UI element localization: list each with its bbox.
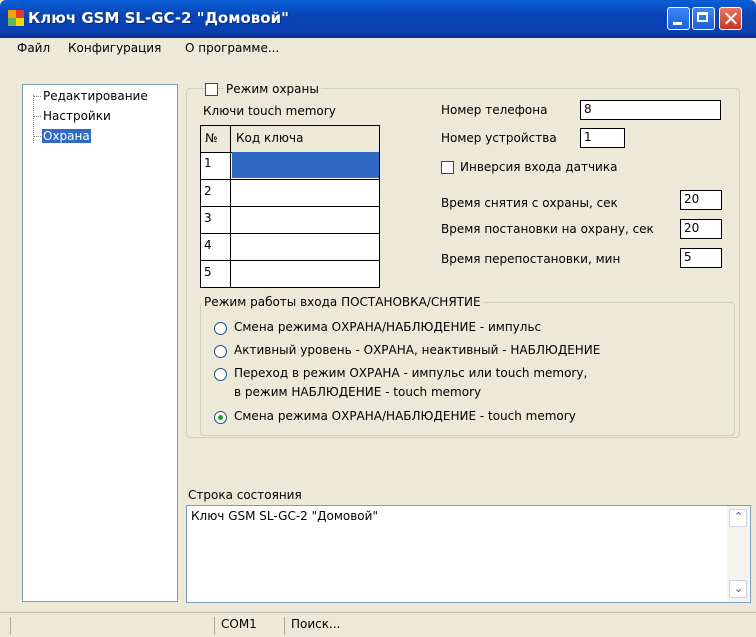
mode-option-label-line2: в режим НАБЛЮДЕНИЕ - touch memory (234, 385, 482, 399)
key-code-cell[interactable] (232, 152, 379, 178)
table-row[interactable]: 5 (201, 260, 379, 287)
status-scrollbar[interactable]: ⌃ ⌄ (727, 506, 749, 602)
status-area-caption: Строка состояния (188, 488, 302, 502)
row-number: 2 (204, 184, 212, 198)
phone-label: Номер телефона (441, 103, 548, 117)
tree-item-editing[interactable]: Редактирование (33, 89, 149, 105)
arm-time-label: Время постановки на охрану, сек (441, 222, 654, 236)
status-bar: COM1 Поиск... (0, 612, 756, 637)
status-text-area[interactable]: Ключ GSM SL-GC-2 "Домовой" (186, 505, 751, 603)
minimize-button[interactable] (667, 7, 690, 30)
input-mode-caption: Режим работы входа ПОСТАНОВКА/СНЯТИЕ (202, 295, 483, 309)
rearm-time-label: Время перепостановки, мин (441, 252, 621, 266)
status-text: Ключ GSM SL-GC-2 "Домовой" (191, 509, 378, 523)
guard-mode-checkbox[interactable] (205, 83, 218, 96)
statusbar-port: COM1 (214, 617, 282, 635)
menu-about[interactable]: О программе... (185, 41, 279, 55)
disarm-time-label: Время снятия с охраны, сек (441, 196, 618, 210)
column-header-number: № (205, 131, 218, 145)
row-number: 5 (204, 265, 212, 279)
mode-option-label: Переход в режим ОХРАНА - импульс или tou… (234, 366, 588, 380)
device-number-field[interactable]: 1 (580, 128, 625, 148)
close-button[interactable] (719, 7, 742, 30)
device-label: Номер устройства (441, 131, 557, 145)
maximize-button[interactable] (692, 7, 715, 30)
statusbar-state: Поиск... (284, 617, 404, 635)
mode-radio-level[interactable] (214, 345, 227, 358)
keys-table-header: № Код ключа (201, 126, 379, 153)
window-title: Ключ GSM SL-GC-2 "Домовой" (28, 9, 289, 27)
navigation-tree[interactable]: Редактирование Настройки Охрана (22, 84, 178, 602)
mode-radio-pulse[interactable] (214, 322, 227, 335)
scroll-up-icon: ⌃ (734, 510, 744, 523)
tree-item-label: Редактирование (43, 89, 148, 103)
row-number: 1 (204, 156, 212, 170)
keys-table[interactable]: № Код ключа 1 2 3 4 5 (200, 125, 380, 288)
tree-item-label: Настройки (43, 109, 111, 123)
mode-option-label: Смена режима ОХРАНА/НАБЛЮДЕНИЕ - импульс (234, 320, 542, 334)
disarm-time-field[interactable]: 20 (680, 190, 722, 210)
menu-configuration[interactable]: Конфигурация (68, 41, 161, 55)
column-header-key-code: Код ключа (236, 131, 304, 145)
mode-radio-transition[interactable] (214, 368, 227, 381)
guard-mode-label: Режим охраны (224, 82, 321, 96)
statusbar-panel-empty (10, 617, 210, 635)
tree-item-guard[interactable]: Охрана (33, 129, 91, 145)
table-row[interactable]: 4 (201, 233, 379, 260)
key-code-cell[interactable] (232, 180, 379, 206)
app-icon[interactable] (8, 10, 24, 26)
tree-item-label: Охрана (42, 129, 91, 143)
scroll-up-button[interactable]: ⌃ (729, 509, 747, 527)
table-row[interactable]: 2 (201, 179, 379, 206)
key-code-cell[interactable] (232, 207, 379, 233)
keys-caption: Ключи touch memory (203, 104, 336, 118)
table-row[interactable]: 1 (201, 152, 379, 178)
key-code-cell[interactable] (232, 234, 379, 260)
scroll-down-icon: ⌄ (734, 582, 744, 595)
scroll-down-button[interactable]: ⌄ (729, 580, 747, 598)
arm-time-field[interactable]: 20 (680, 219, 722, 239)
row-number: 3 (204, 211, 212, 225)
title-bar[interactable]: Ключ GSM SL-GC-2 "Домовой" (0, 0, 756, 38)
menu-file[interactable]: Файл (17, 41, 50, 55)
mode-option-label: Смена режима ОХРАНА/НАБЛЮДЕНИЕ - touch m… (234, 409, 576, 423)
invert-sensor-checkbox[interactable] (441, 161, 454, 174)
table-row[interactable]: 3 (201, 206, 379, 233)
menu-bar: Файл Конфигурация О программе... (0, 38, 756, 60)
invert-sensor-label: Инверсия входа датчика (460, 160, 618, 174)
phone-field[interactable]: 8 (580, 100, 721, 120)
rearm-time-field[interactable]: 5 (680, 248, 722, 268)
tree-item-settings[interactable]: Настройки (33, 109, 112, 125)
mode-option-label: Активный уровень - ОХРАНА, неактивный - … (234, 343, 601, 357)
mode-radio-touch-memory[interactable] (214, 411, 227, 424)
row-number: 4 (204, 238, 212, 252)
key-code-cell[interactable] (232, 261, 379, 287)
